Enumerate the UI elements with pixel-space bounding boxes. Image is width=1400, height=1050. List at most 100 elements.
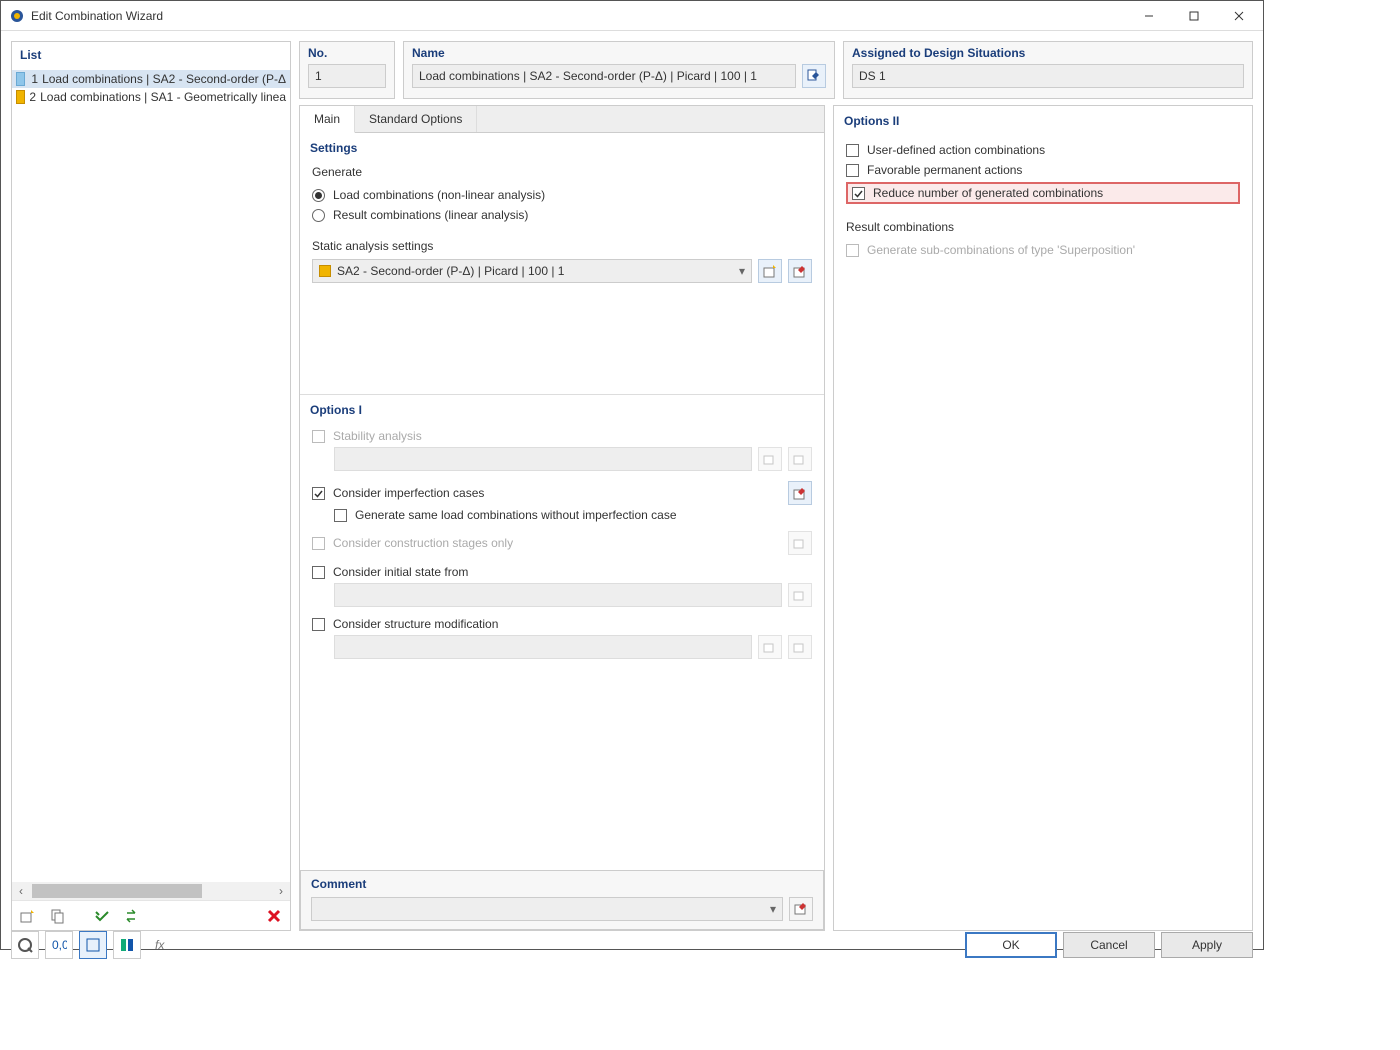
- delete-item-button[interactable]: [262, 904, 286, 928]
- no-field-block: No. 1: [299, 41, 395, 99]
- list-header: List: [12, 42, 290, 70]
- svg-text:fx: fx: [155, 938, 165, 952]
- tab-standard-options[interactable]: Standard Options: [355, 106, 477, 132]
- list-item[interactable]: 2 Load combinations | SA1 - Geometricall…: [12, 88, 290, 106]
- name-field-block: Name Load combinations | SA2 - Second-or…: [403, 41, 835, 99]
- checkbox-icon: [334, 509, 347, 522]
- check-button[interactable]: [90, 904, 114, 928]
- imperfection-edit-button[interactable]: [788, 481, 812, 505]
- comment-dropdown[interactable]: ▾: [311, 897, 783, 921]
- radio-load-combinations[interactable]: Load combinations (non-linear analysis): [312, 185, 812, 205]
- sas-new-button[interactable]: [758, 259, 782, 283]
- struct-mod-edit-button: [788, 635, 812, 659]
- assigned-input[interactable]: DS 1: [852, 64, 1244, 88]
- tab-main[interactable]: Main: [300, 106, 355, 133]
- comment-edit-button[interactable]: [789, 897, 813, 921]
- ok-button[interactable]: OK: [965, 932, 1057, 958]
- checkbox-icon: [312, 566, 325, 579]
- initial-state-checkbox-row[interactable]: Consider initial state from: [312, 565, 812, 579]
- main-tab-panel: Main Standard Options Settings Generate: [299, 105, 825, 931]
- assigned-field-block: Assigned to Design Situations DS 1: [843, 41, 1253, 99]
- construction-stages-row: Consider construction stages only: [312, 531, 812, 555]
- generate-label: Generate: [312, 165, 812, 179]
- checkbox-icon: [312, 618, 325, 631]
- title-bar: Edit Combination Wizard: [1, 1, 1263, 31]
- radio-result-combinations[interactable]: Result combinations (linear analysis): [312, 205, 812, 225]
- struct-mod-checkbox-row[interactable]: Consider structure modification: [312, 617, 812, 631]
- app-icon: [9, 8, 25, 24]
- units-button[interactable]: 0,00: [45, 931, 73, 959]
- favorable-checkbox-row[interactable]: Favorable permanent actions: [846, 160, 1240, 180]
- options2-panel: Options II User-defined action combinati…: [833, 105, 1253, 931]
- struct-mod-field: [334, 635, 752, 659]
- radio-icon: [312, 189, 325, 202]
- bottom-bar: 0,00 fx OK Cancel Apply: [1, 931, 1263, 959]
- comment-panel: Comment ▾: [300, 870, 824, 930]
- close-button[interactable]: [1216, 1, 1261, 30]
- copy-item-button[interactable]: [46, 904, 70, 928]
- no-label: No.: [308, 46, 386, 60]
- function-button[interactable]: fx: [147, 931, 175, 959]
- list-panel: List 1 Load combinations | SA2 - Second-…: [11, 41, 291, 931]
- scroll-right-arrow[interactable]: ›: [272, 884, 290, 898]
- list-item[interactable]: 1 Load combinations | SA2 - Second-order…: [12, 70, 290, 88]
- construction-edit-button: [788, 531, 812, 555]
- item-color-swatch: [16, 90, 25, 104]
- comment-title: Comment: [311, 877, 813, 891]
- checkbox-icon: [852, 187, 865, 200]
- window-title: Edit Combination Wizard: [31, 9, 1126, 23]
- options2-title: Options II: [834, 106, 1252, 134]
- checkbox-icon: [846, 164, 859, 177]
- apply-button[interactable]: Apply: [1161, 932, 1253, 958]
- radio-icon: [312, 209, 325, 222]
- sort-button[interactable]: [113, 931, 141, 959]
- initial-state-field: [334, 583, 782, 607]
- help-button[interactable]: [11, 931, 39, 959]
- scroll-left-arrow[interactable]: ‹: [12, 884, 30, 898]
- stability-field: [334, 447, 752, 471]
- imperfection-checkbox-row[interactable]: Consider imperfection cases: [312, 481, 812, 505]
- settings-title: Settings: [300, 133, 824, 161]
- cancel-button[interactable]: Cancel: [1063, 932, 1155, 958]
- list-container[interactable]: 1 Load combinations | SA2 - Second-order…: [12, 70, 290, 882]
- checkbox-icon: [312, 487, 325, 500]
- checkbox-icon: [312, 537, 325, 550]
- options1-title: Options I: [300, 395, 824, 423]
- edit-name-button[interactable]: [802, 64, 826, 88]
- sas-dropdown[interactable]: SA2 - Second-order (P-Δ) | Picard | 100 …: [312, 259, 752, 283]
- item-number: 1: [29, 72, 38, 86]
- minimize-button[interactable]: [1126, 1, 1171, 30]
- checkbox-icon: [846, 244, 859, 257]
- svg-text:0,00: 0,00: [52, 938, 67, 952]
- item-color-swatch: [16, 72, 25, 86]
- scroll-thumb[interactable]: [32, 884, 202, 898]
- struct-mod-new-button: [758, 635, 782, 659]
- maximize-button[interactable]: [1171, 1, 1216, 30]
- name-input[interactable]: Load combinations | SA2 - Second-order (…: [412, 64, 796, 88]
- assigned-label: Assigned to Design Situations: [852, 46, 1244, 60]
- checkbox-icon: [312, 430, 325, 443]
- result-comb-label: Result combinations: [846, 220, 1240, 234]
- checkbox-icon: [846, 144, 859, 157]
- stability-new-button: [758, 447, 782, 471]
- sas-label: Static analysis settings: [312, 239, 812, 253]
- new-item-button[interactable]: [16, 904, 40, 928]
- stability-edit-button: [788, 447, 812, 471]
- chevron-down-icon: ▾: [770, 902, 776, 916]
- item-text: Load combinations | SA2 - Second-order (…: [42, 72, 286, 86]
- item-text: Load combinations | SA1 - Geometrically …: [40, 90, 286, 104]
- gen-same-checkbox-row[interactable]: Generate same load combinations without …: [312, 505, 812, 525]
- name-label: Name: [412, 46, 826, 60]
- item-number: 2: [29, 90, 37, 104]
- sas-edit-button[interactable]: [788, 259, 812, 283]
- sub-comb-checkbox-row: Generate sub-combinations of type 'Super…: [846, 240, 1240, 260]
- tab-strip: Main Standard Options: [300, 106, 824, 133]
- sas-color-swatch: [319, 265, 331, 277]
- no-input[interactable]: 1: [308, 64, 386, 88]
- reduce-checkbox-row[interactable]: Reduce number of generated combinations: [846, 182, 1240, 204]
- swap-button[interactable]: [120, 904, 144, 928]
- user-defined-checkbox-row[interactable]: User-defined action combinations: [846, 140, 1240, 160]
- view-button[interactable]: [79, 931, 107, 959]
- list-toolbar: [12, 900, 290, 930]
- list-horizontal-scrollbar[interactable]: ‹ ›: [12, 882, 290, 900]
